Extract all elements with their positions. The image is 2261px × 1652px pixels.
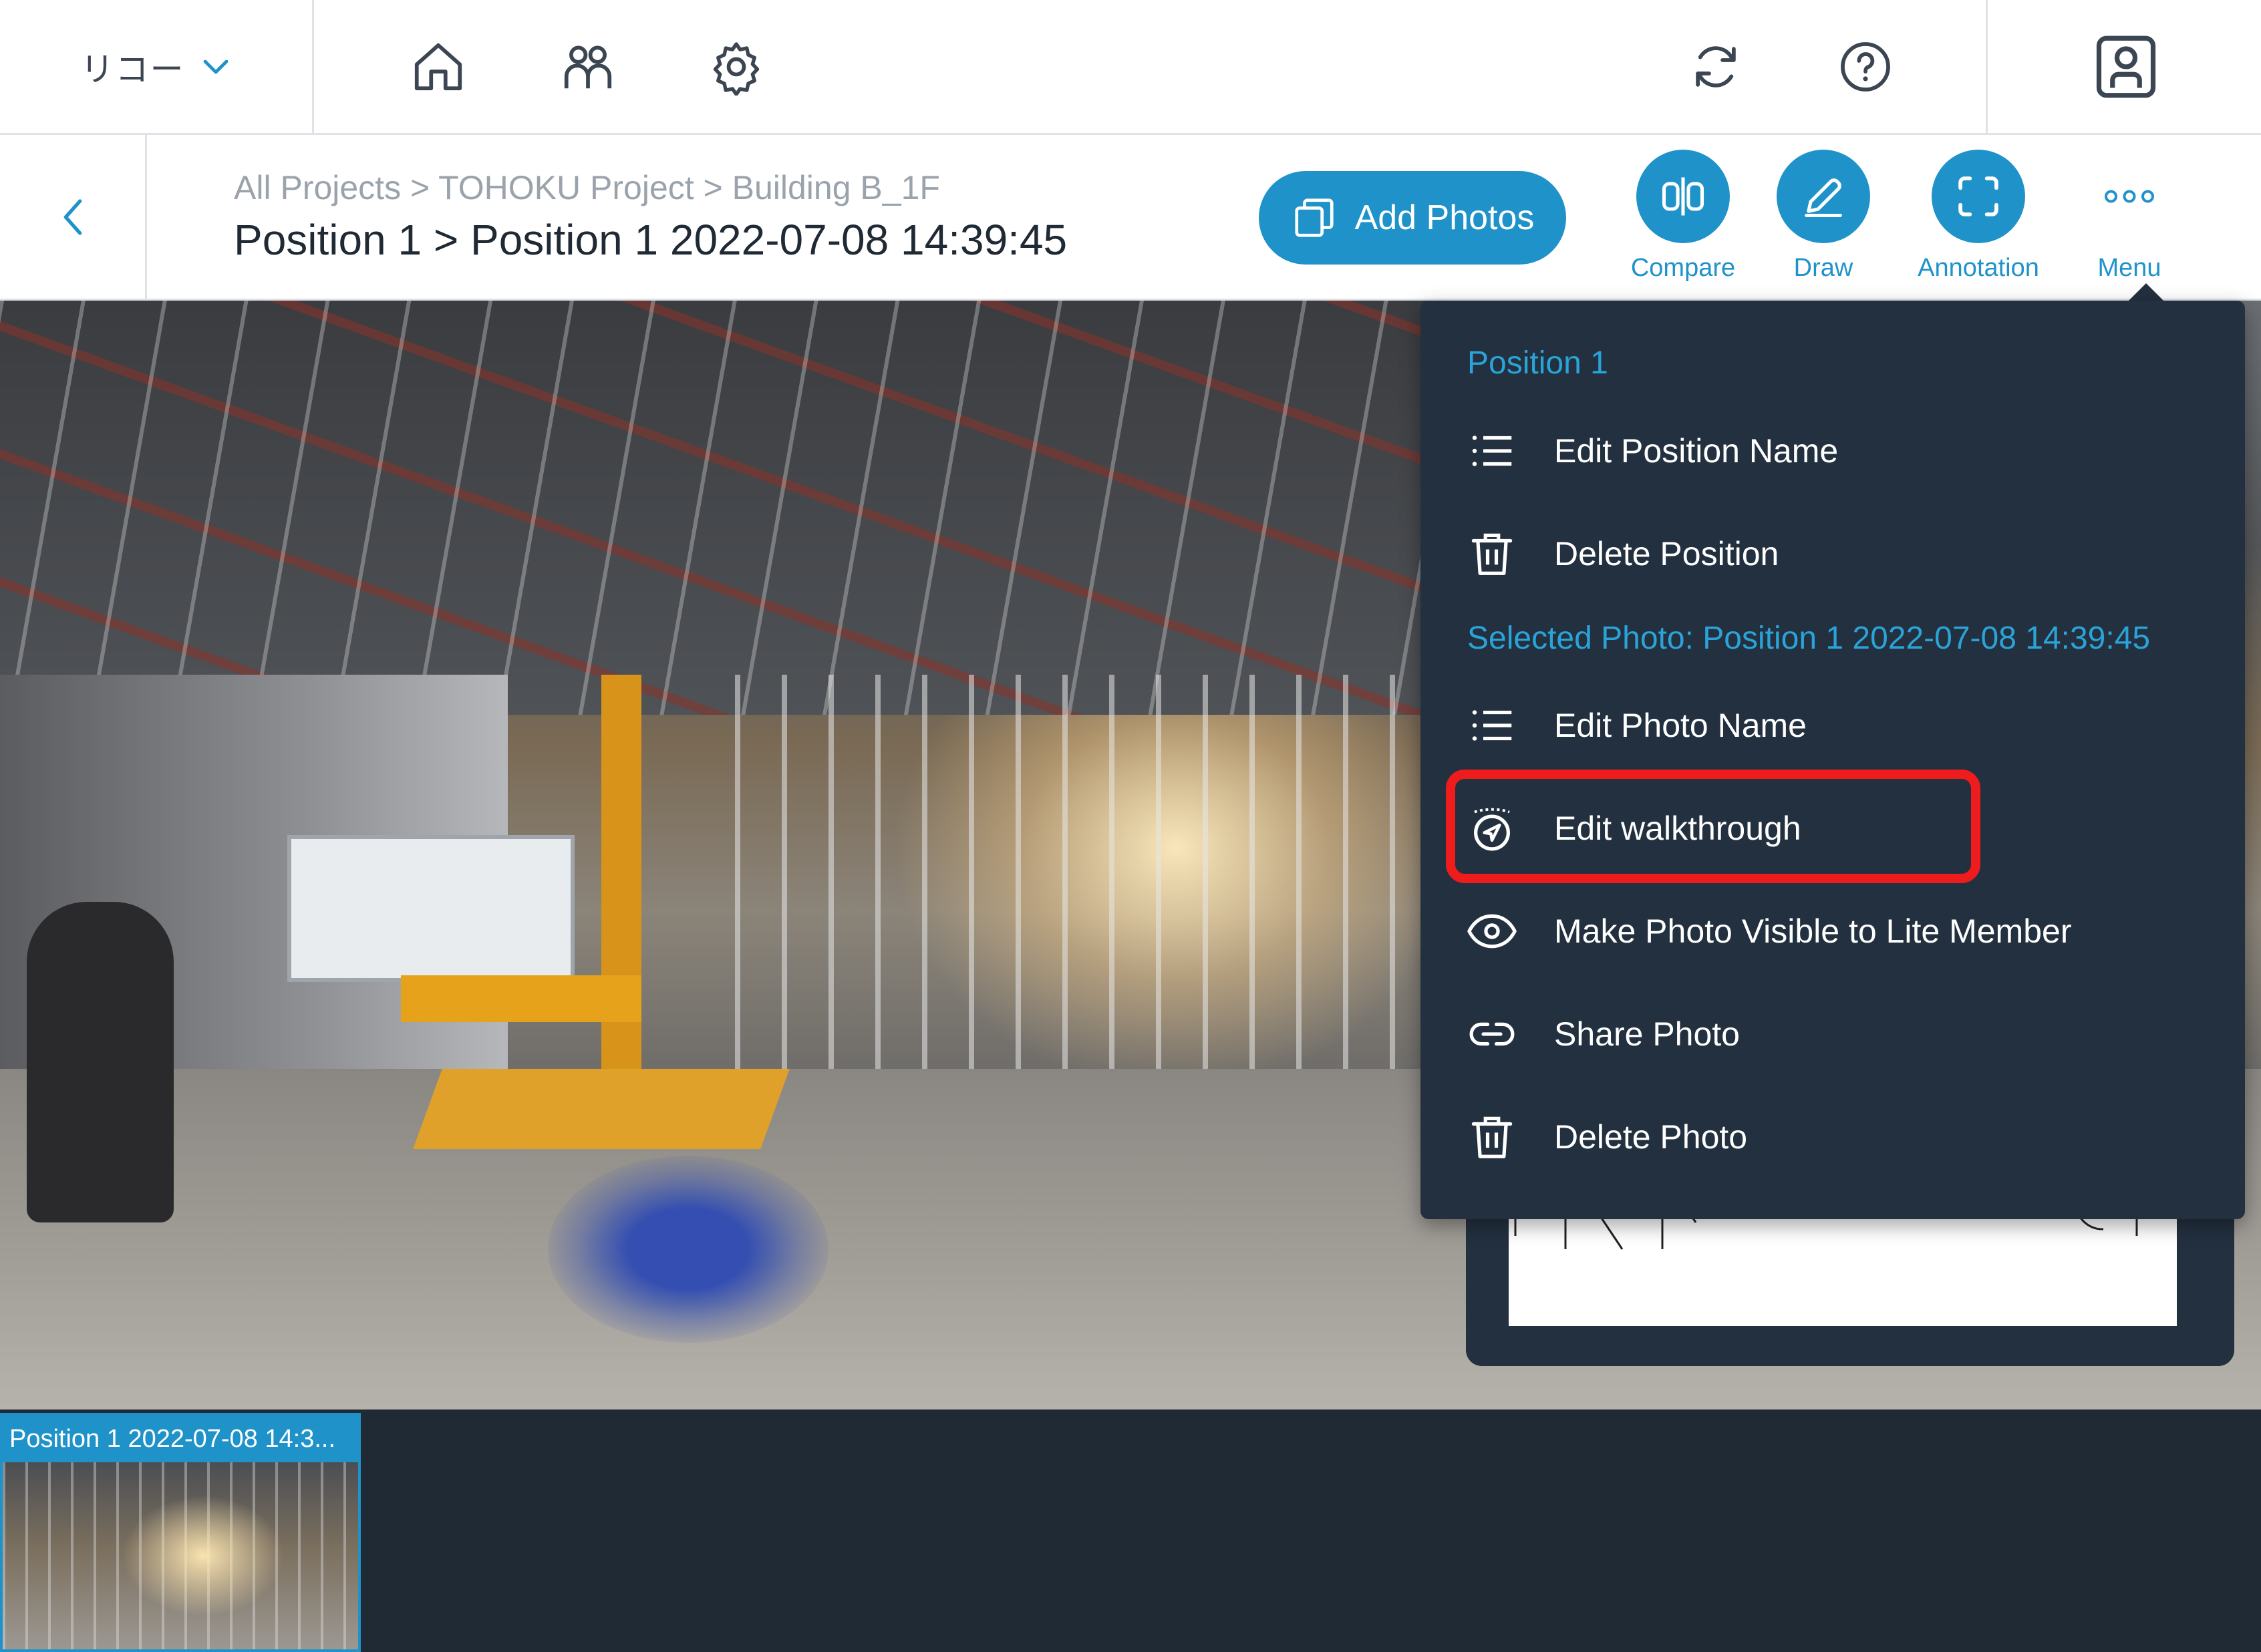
- cable-pile: [548, 1156, 828, 1343]
- worker-figure: [27, 902, 174, 1222]
- sync-button[interactable]: [1681, 32, 1751, 102]
- org-switcher[interactable]: リコー: [0, 0, 314, 134]
- trash-icon: [1471, 533, 1513, 575]
- menu-item-delete-position[interactable]: Delete Position: [1461, 510, 2209, 597]
- whiteboard: [287, 835, 575, 982]
- draw-label: Draw: [1793, 254, 1853, 282]
- profile-icon: [2096, 35, 2156, 98]
- menu-label-make-visible: Make Photo Visible to Lite Member: [1554, 913, 2072, 950]
- scissor-lift-mast: [601, 675, 641, 1102]
- menu-section-selected-photo: Selected Photo: Position 1 2022-07-08 14…: [1467, 621, 2151, 656]
- breadcrumb[interactable]: All Projects > TOHOKU Project > Building…: [234, 168, 940, 207]
- menu-item-share-photo[interactable]: Share Photo: [1461, 991, 2209, 1078]
- eye-icon: [1467, 914, 1517, 949]
- menu-section-position: Position 1: [1467, 345, 1608, 381]
- draw-button[interactable]: Draw: [1747, 150, 1900, 297]
- thumbnail-label: Position 1 2022-07-08 14:3...: [3, 1416, 358, 1462]
- menu-label-share-photo: Share Photo: [1554, 1015, 1740, 1053]
- chevron-left-icon: [63, 198, 82, 235]
- sync-icon: [1696, 46, 1736, 88]
- profile-button[interactable]: [2087, 28, 2165, 106]
- floorplan-canvas: [1509, 1208, 2177, 1326]
- top-bar: リコー: [0, 0, 2261, 135]
- page-title: Position 1 > Position 1 2022-07-08 14:39…: [234, 216, 1068, 264]
- more-dots-icon: [2105, 190, 2154, 203]
- list-icon: [1472, 710, 1512, 741]
- compare-button[interactable]: Compare: [1606, 150, 1760, 297]
- floorplan-minimap[interactable]: [1466, 1196, 2234, 1366]
- thumbnail-image: [3, 1462, 358, 1649]
- members-button[interactable]: [553, 32, 623, 102]
- home-button[interactable]: [404, 32, 473, 102]
- compare-icon: [1662, 177, 1704, 216]
- menu-button[interactable]: Menu: [2053, 150, 2206, 297]
- gear-icon: [713, 42, 760, 96]
- compare-label: Compare: [1630, 254, 1736, 282]
- home-icon: [414, 43, 462, 91]
- photos-stack-icon: [1294, 198, 1334, 237]
- annotation-button[interactable]: Annotation: [1902, 150, 2055, 297]
- back-button[interactable]: [0, 135, 147, 299]
- settings-button[interactable]: [702, 32, 771, 102]
- wall-studs: [735, 675, 1443, 1102]
- photo-filmstrip: Position 1 2022-07-08 14:3...: [0, 1410, 2261, 1652]
- options-menu: Position 1 Edit Position Name Delete Pos…: [1420, 301, 2245, 1219]
- menu-caret: [2129, 283, 2163, 301]
- menu-item-edit-photo-name[interactable]: Edit Photo Name: [1461, 682, 2209, 769]
- add-photos-button[interactable]: Add Photos: [1259, 171, 1566, 265]
- help-button[interactable]: [1831, 32, 1900, 102]
- scissor-lift-platform: [401, 975, 641, 1022]
- annotation-circle: [1932, 150, 2025, 243]
- add-photos-label: Add Photos: [1354, 198, 1535, 237]
- menu-item-delete-photo[interactable]: Delete Photo: [1461, 1094, 2209, 1180]
- menu-dots: [2083, 150, 2176, 243]
- annotation-label: Annotation: [1918, 254, 2039, 282]
- header-bar: All Projects > TOHOKU Project > Building…: [0, 135, 2261, 301]
- highlight-box: [1446, 770, 1980, 883]
- link-icon: [1469, 1022, 1515, 1046]
- floorplan-lines: [1514, 1208, 2138, 1250]
- org-name: リコー: [80, 51, 185, 88]
- chevron-down-icon: [203, 59, 228, 74]
- compare-circle: [1636, 150, 1730, 243]
- ceiling-area: [0, 301, 1430, 715]
- users-icon: [564, 45, 612, 89]
- menu-label-edit-position-name: Edit Position Name: [1554, 432, 1839, 470]
- profile-divider: [1986, 0, 1988, 134]
- menu-item-make-visible[interactable]: Make Photo Visible to Lite Member: [1461, 888, 2209, 975]
- pencil-icon: [1805, 178, 1842, 218]
- photo-thumbnail[interactable]: Position 1 2022-07-08 14:3...: [0, 1413, 361, 1652]
- menu-item-edit-position-name[interactable]: Edit Position Name: [1461, 407, 2209, 494]
- draw-circle: [1777, 150, 1870, 243]
- help-icon: [1841, 42, 1890, 92]
- trash-icon: [1471, 1116, 1513, 1158]
- annotation-frame-icon: [1958, 176, 1998, 216]
- menu-label-delete-position: Delete Position: [1554, 535, 1779, 572]
- list-icon: [1472, 436, 1512, 466]
- menu-label-edit-photo-name: Edit Photo Name: [1554, 707, 1807, 744]
- scissor-lift-base: [413, 1069, 790, 1149]
- menu-label-delete-photo: Delete Photo: [1554, 1118, 1748, 1156]
- menu-label: Menu: [2097, 254, 2161, 282]
